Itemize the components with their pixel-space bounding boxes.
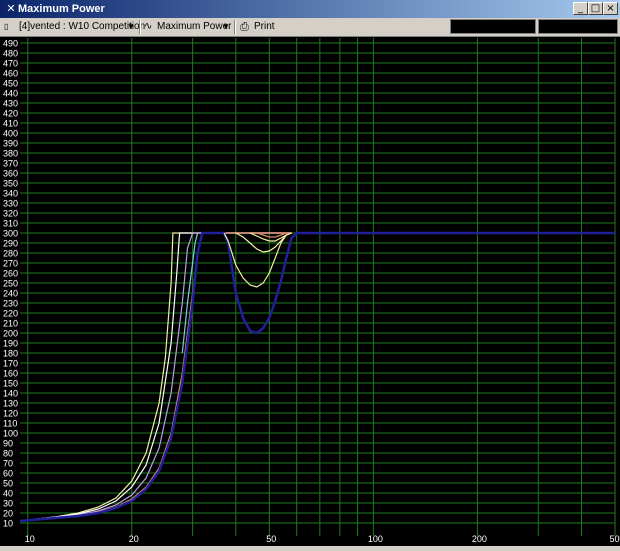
app-icon: ✕ bbox=[6, 3, 16, 15]
y-tick-label: 230 bbox=[3, 299, 18, 309]
y-tick-label: 70 bbox=[3, 459, 13, 469]
mode-dropdown-label[interactable]: Maximum Power bbox=[157, 19, 231, 35]
y-tick-label: 170 bbox=[3, 359, 18, 369]
y-tick-label: 280 bbox=[3, 249, 18, 259]
title-bar[interactable]: ✕ Maximum Power _ □ × bbox=[0, 0, 620, 18]
y-tick-label: 190 bbox=[3, 339, 18, 349]
y-tick-label: 180 bbox=[3, 349, 18, 359]
window-title: Maximum Power bbox=[18, 3, 105, 15]
y-tick-label: 400 bbox=[3, 129, 18, 139]
y-tick-label: 80 bbox=[3, 449, 13, 459]
y-tick-label: 350 bbox=[3, 179, 18, 189]
y-tick-label: 40 bbox=[3, 489, 13, 499]
y-tick-label: 360 bbox=[3, 169, 18, 179]
maximize-button[interactable]: □ bbox=[588, 2, 603, 15]
y-tick-label: 210 bbox=[3, 319, 18, 329]
status-field-2 bbox=[538, 19, 618, 34]
chart-area: 10 20 30 40 50 60 70 80 90 100 110 120 130 140 150 160 1… bbox=[0, 37, 620, 546]
x-axis-labels: 10 20 50 100 200 500 bbox=[25, 534, 620, 544]
y-tick-label: 440 bbox=[3, 89, 18, 99]
y-tick-label: 60 bbox=[3, 469, 13, 479]
y-tick-label: 240 bbox=[3, 289, 18, 299]
grid-lines bbox=[20, 38, 616, 536]
y-tick-label: 50 bbox=[3, 479, 13, 489]
y-tick-label: 150 bbox=[3, 379, 18, 389]
y-tick-label: 110 bbox=[3, 419, 17, 429]
x-tick-label: 500 bbox=[609, 534, 620, 544]
y-tick-label: 200 bbox=[3, 329, 18, 339]
config-dropdown-arrow-icon[interactable]: ▼ bbox=[127, 19, 135, 35]
y-tick-label: 340 bbox=[3, 189, 18, 199]
x-tick-label: 20 bbox=[129, 534, 139, 544]
series-lines bbox=[19, 231, 615, 523]
max-power-chart: 1020304050607080901001101201301401501601… bbox=[3, 38, 620, 544]
y-tick-label: 420 bbox=[3, 109, 18, 119]
y-tick-label: 130 bbox=[3, 399, 18, 409]
y-tick-label: 310 bbox=[3, 219, 18, 229]
y-tick-label: 90 bbox=[3, 439, 13, 449]
y-tick-label: 490 bbox=[3, 39, 18, 49]
print-button[interactable]: Print bbox=[254, 19, 275, 35]
y-tick-label: 220 bbox=[3, 309, 18, 319]
series-line bbox=[19, 232, 292, 522]
toolbar: ▯ [4]vented : W10 Competition ▼ ∿ Maximu… bbox=[0, 18, 620, 37]
y-tick-label: 410 bbox=[3, 119, 18, 129]
y-tick-label: 380 bbox=[3, 149, 18, 159]
y-tick-label: 390 bbox=[3, 139, 18, 149]
series-line bbox=[19, 232, 292, 522]
toolbar-separator bbox=[139, 20, 141, 34]
y-tick-label: 320 bbox=[3, 209, 18, 219]
y-tick-label: 450 bbox=[3, 79, 18, 89]
waveform-icon: ∿ bbox=[144, 21, 153, 32]
printer-icon: ⎙ bbox=[240, 21, 249, 33]
x-tick-label: 50 bbox=[266, 534, 276, 544]
y-tick-label: 160 bbox=[3, 369, 18, 379]
y-tick-label: 290 bbox=[3, 239, 18, 249]
y-tick-label: 10 bbox=[3, 519, 13, 529]
y-tick-label: 370 bbox=[3, 159, 18, 169]
y-tick-label: 430 bbox=[3, 99, 18, 109]
y-tick-label: 250 bbox=[3, 279, 18, 289]
y-tick-label: 100 bbox=[3, 429, 18, 439]
y-tick-label: 260 bbox=[3, 269, 18, 279]
y-tick-label: 20 bbox=[3, 509, 13, 519]
y-tick-label: 460 bbox=[3, 69, 18, 79]
y-tick-label: 470 bbox=[3, 59, 18, 69]
y-tick-label: 480 bbox=[3, 49, 18, 59]
y-tick-label: 30 bbox=[3, 499, 13, 509]
series-line bbox=[19, 232, 292, 522]
y-tick-label: 120 bbox=[3, 409, 18, 419]
x-tick-label: 100 bbox=[368, 534, 383, 544]
maximum-power-window: ✕ Maximum Power _ □ × ▯ [4]vented : W10 … bbox=[0, 0, 620, 546]
x-tick-label: 10 bbox=[25, 534, 35, 544]
minimize-button[interactable]: _ bbox=[573, 2, 588, 15]
close-button[interactable]: × bbox=[603, 2, 618, 15]
status-field-1 bbox=[450, 19, 536, 34]
y-tick-label: 300 bbox=[3, 229, 18, 239]
toolbar-separator bbox=[234, 20, 236, 34]
y-axis-labels: 1020304050607080901001101201301401501601… bbox=[3, 39, 18, 529]
x-tick-label: 200 bbox=[472, 534, 487, 544]
config-doc-icon: ▯ bbox=[4, 22, 9, 31]
y-tick-label: 140 bbox=[3, 389, 18, 399]
mode-dropdown-arrow-icon[interactable]: ▼ bbox=[222, 19, 230, 35]
y-tick-label: 270 bbox=[3, 259, 18, 269]
series-line bbox=[19, 232, 292, 522]
series-line bbox=[19, 231, 615, 523]
y-tick-label: 330 bbox=[3, 199, 18, 209]
